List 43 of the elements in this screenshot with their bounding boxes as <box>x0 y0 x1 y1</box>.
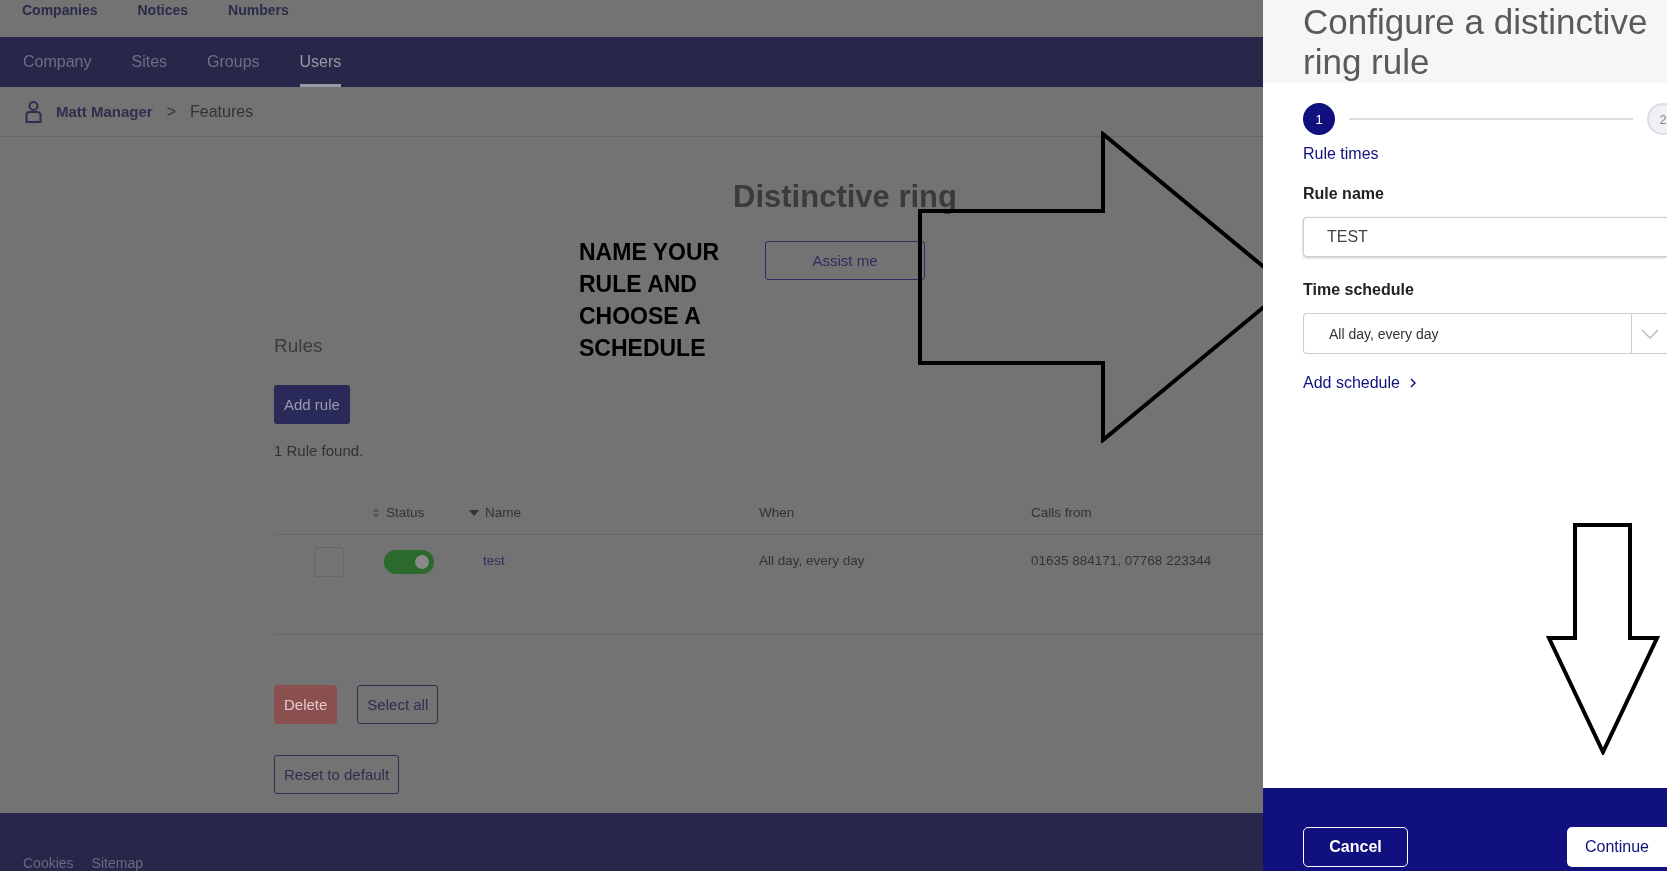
table-cell-text: 01635 884171, 07768 223344 <box>1031 552 1213 568</box>
section-heading: Rules <box>274 335 323 357</box>
column-header: Calls from <box>1031 505 1093 520</box>
status-toggle[interactable] <box>384 550 434 574</box>
nav-tab[interactable]: Sites <box>131 37 168 87</box>
nav-tab[interactable]: Users <box>299 37 342 87</box>
column-header[interactable]: Status <box>372 505 469 520</box>
user-icon <box>25 100 42 123</box>
add-rule-button[interactable]: Add rule <box>274 385 350 424</box>
nav-tab[interactable]: Company <box>23 37 92 87</box>
add-schedule-link[interactable]: Add schedule <box>1303 374 1416 392</box>
top-link[interactable]: Notices <box>137 2 189 18</box>
reset-button[interactable]: Reset to default <box>274 755 400 794</box>
breadcrumb-link[interactable]: Matt Manager <box>56 103 153 120</box>
breadcrumb-current: Features <box>190 102 254 121</box>
chevron-right-icon <box>1409 378 1416 388</box>
schedule-select[interactable]: All day, every day <box>1303 313 1667 354</box>
input-field[interactable]: TEST <box>1303 217 1667 257</box>
step-indicator: 2 <box>1647 103 1667 135</box>
sort-caret-icon[interactable] <box>469 509 479 516</box>
chevron-down-icon <box>1640 328 1659 339</box>
step-label: Rule times <box>1303 145 1380 163</box>
table-cell-text: All day, every day <box>759 552 866 568</box>
top-link[interactable]: Numbers <box>228 2 289 18</box>
assist-button[interactable]: Assist me <box>765 241 925 280</box>
select-all-button[interactable]: Select all <box>357 685 439 724</box>
step-indicator: 1 <box>1303 103 1335 135</box>
continue-button[interactable]: Continue <box>1567 827 1667 867</box>
cancel-button[interactable]: Cancel <box>1303 827 1408 867</box>
field-label: Rule name <box>1303 185 1385 203</box>
table-cell-text: test <box>482 552 506 568</box>
breadcrumb-separator: > <box>166 102 177 121</box>
result-count: 1 Rule found. <box>274 442 365 459</box>
column-header: When <box>759 505 796 520</box>
column-header[interactable]: Name <box>469 505 759 520</box>
footer-link[interactable]: Sitemap <box>91 855 143 871</box>
panel-title: Configure a distinctive ring rule <box>1303 2 1649 82</box>
field-label: Time schedule <box>1303 281 1415 299</box>
annotation-text: NAME YOUR RULE AND CHOOSE A SCHEDULE <box>579 238 721 363</box>
top-link[interactable]: Companies <box>22 2 98 18</box>
sort-icon[interactable] <box>372 506 380 519</box>
nav-tab[interactable]: Groups <box>207 37 260 87</box>
footer-link[interactable]: Cookies <box>23 855 74 871</box>
